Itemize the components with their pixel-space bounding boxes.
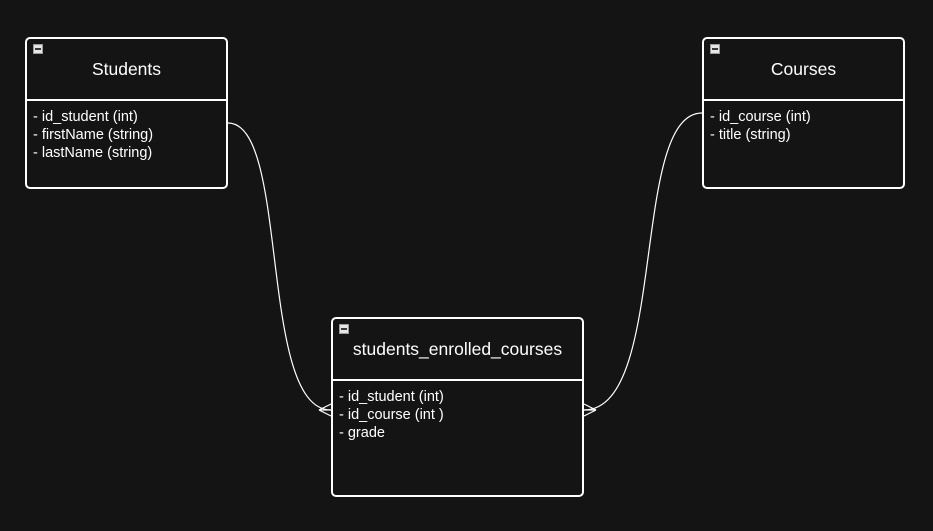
relationship-line[interactable] bbox=[583, 112, 703, 411]
entity-header: students_enrolled_courses bbox=[333, 319, 582, 381]
entity-title: Students bbox=[91, 59, 162, 79]
attribute-item: - title (string) bbox=[710, 127, 791, 143]
entity-header: Students bbox=[27, 39, 226, 101]
attribute-list: - id_course (int) - title (string) bbox=[704, 101, 903, 144]
crow-foot-many-icon bbox=[318, 403, 332, 417]
attribute-list: - id_student (int) - id_course (int ) - … bbox=[333, 381, 582, 442]
attribute-item: - grade bbox=[339, 425, 385, 441]
minus-square-icon[interactable] bbox=[339, 324, 349, 334]
entity-students-enrolled-courses[interactable]: students_enrolled_courses - id_student (… bbox=[331, 317, 584, 497]
entity-title: students_enrolled_courses bbox=[352, 339, 563, 359]
minus-square-icon[interactable] bbox=[33, 44, 43, 54]
attribute-item: - firstName (string) bbox=[33, 127, 154, 143]
entity-title: Courses bbox=[770, 59, 837, 79]
attribute-item: - id_student (int) bbox=[339, 389, 444, 405]
attribute-item: - id_student (int) bbox=[33, 109, 138, 125]
minus-square-icon[interactable] bbox=[710, 44, 720, 54]
entity-students[interactable]: Students - id_student (int) - firstName … bbox=[25, 37, 228, 189]
entity-header: Courses bbox=[704, 39, 903, 101]
attribute-item: - id_course (int ) bbox=[339, 407, 444, 423]
relationship-line[interactable] bbox=[227, 122, 332, 411]
relationship-students-enrolled[interactable] bbox=[227, 122, 332, 417]
crow-foot-many-icon bbox=[583, 403, 597, 417]
attribute-list: - id_student (int) - firstName (string) … bbox=[27, 101, 226, 162]
entity-courses[interactable]: Courses - id_course (int) - title (strin… bbox=[702, 37, 905, 189]
attribute-item: - id_course (int) bbox=[710, 109, 811, 125]
relationship-courses-enrolled[interactable] bbox=[583, 112, 703, 417]
attribute-item: - lastName (string) bbox=[33, 145, 153, 161]
